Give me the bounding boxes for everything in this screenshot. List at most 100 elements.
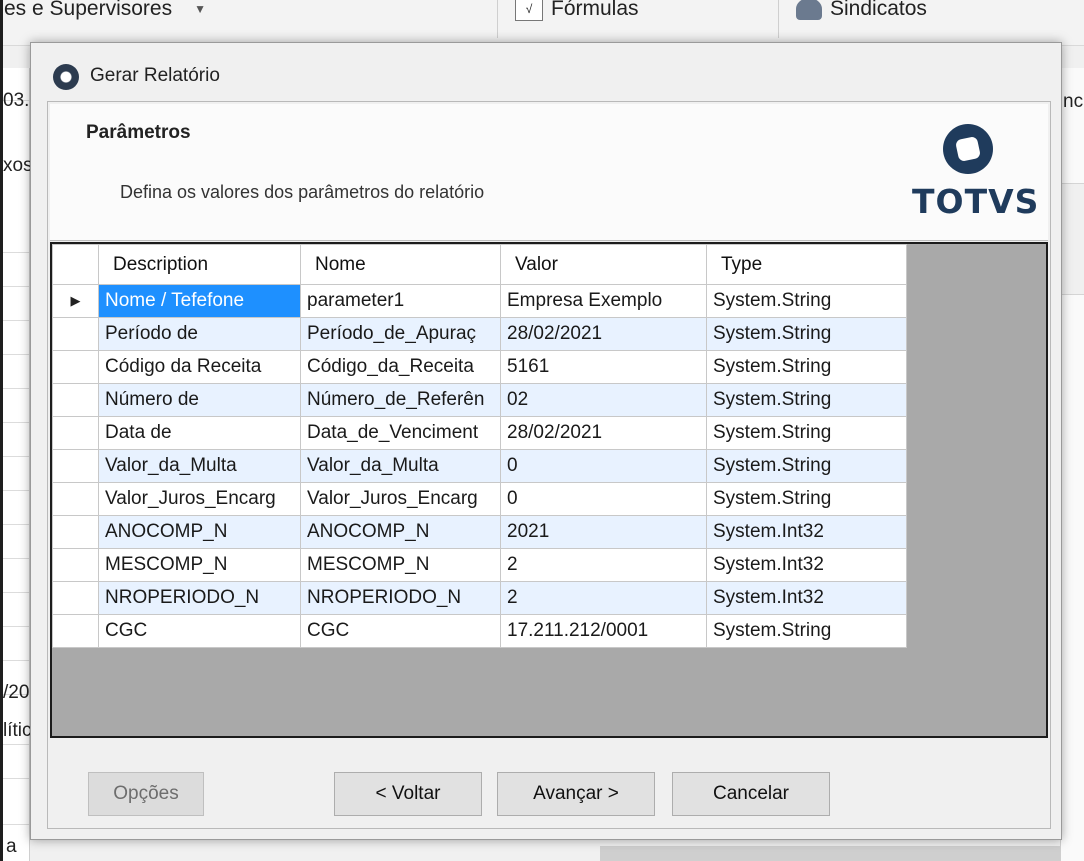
background-statusbar [600,846,1060,861]
next-button[interactable]: Avançar > [497,772,655,816]
cell-type[interactable]: System.Int32 [706,515,907,549]
cell-nome[interactable]: Código_da_Receita [300,350,501,384]
row-header-corner [52,244,99,285]
row-header[interactable] [52,383,99,417]
dialog-title-bar[interactable]: Gerar Relatório [31,43,1061,101]
cell-nome[interactable]: Valor_Juros_Encarg [300,482,501,516]
formulas-label: Fórmulas [551,0,639,20]
wizard-panel: Parâmetros Defina os valores dos parâmet… [47,101,1051,829]
supervisors-menu-label: es e Supervisores [4,0,173,20]
table-row[interactable]: Código da Receita Código_da_Receita 5161 Sy… [52,350,907,384]
cell-valor[interactable]: 2 [500,548,707,582]
report-dialog: Gerar Relatório Parâmetros Defina os val… [30,42,1062,840]
parameters-grid[interactable]: Description Nome Valor Type ▶ Nome / Tefe… [50,242,1048,738]
toolbar-divider [778,0,779,38]
table-row[interactable]: Valor_da_Multa Valor_da_Multa 0 System.Stri… [52,449,907,483]
column-header-type[interactable]: Type [706,244,907,285]
cell-description[interactable]: NROPERIODO_N [98,581,301,615]
cell-type[interactable]: System.String [706,614,907,648]
cell-description[interactable]: Nome / Tefefone [98,284,301,318]
cell-description[interactable]: Código da Receita [98,350,301,384]
cell-valor[interactable]: 02 [500,383,707,417]
cell-nome[interactable]: Valor_da_Multa [300,449,501,483]
cell-description[interactable]: Número de [98,383,301,417]
cell-type[interactable]: System.String [706,383,907,417]
cell-valor[interactable]: 0 [500,449,707,483]
table-row[interactable]: Valor_Juros_Encarg Valor_Juros_Encarg 0 Sys… [52,482,907,516]
row-header[interactable] [52,548,99,582]
background-text-fragment: 03. [3,90,30,111]
cell-nome[interactable]: MESCOMP_N [300,548,501,582]
row-header[interactable] [52,350,99,384]
sindicatos-label: Sindicatos [830,0,927,20]
cell-valor[interactable]: 17.211.212/0001 [500,614,707,648]
back-button[interactable]: < Voltar [334,772,482,816]
supervisors-menu[interactable]: es e Supervisores ▼ [4,0,206,21]
cell-description[interactable]: CGC [98,614,301,648]
totvs-logo-icon [943,124,993,174]
cell-valor[interactable]: 2021 [500,515,707,549]
options-button[interactable]: Opções [88,772,204,816]
cell-description[interactable]: Data de [98,416,301,450]
page-title: Parâmetros [86,122,191,143]
table-row[interactable]: Data de Data_de_Venciment 28/02/2021 System… [52,416,907,450]
cell-type[interactable]: System.String [706,284,907,318]
dialog-title: Gerar Relatório [90,65,220,86]
app-logo-icon [53,64,79,90]
cell-nome[interactable]: Período_de_Apuraç [300,317,501,351]
row-header[interactable] [52,317,99,351]
cell-valor[interactable]: 5161 [500,350,707,384]
cell-nome[interactable]: Número_de_Referên [300,383,501,417]
background-text-fragment: lític [3,720,32,741]
chevron-down-icon: ▼ [194,2,206,17]
cell-description[interactable]: MESCOMP_N [98,548,301,582]
cell-description[interactable]: Valor_da_Multa [98,449,301,483]
cell-type[interactable]: System.String [706,416,907,450]
cell-description[interactable]: ANOCOMP_N [98,515,301,549]
cell-type[interactable]: System.Int32 [706,581,907,615]
cell-type[interactable]: System.String [706,449,907,483]
cancel-button[interactable]: Cancelar [672,772,830,816]
cell-type[interactable]: System.String [706,350,907,384]
cell-nome[interactable]: Data_de_Venciment [300,416,501,450]
table-row[interactable]: CGC CGC 17.211.212/0001 System.String [52,614,907,648]
cell-valor[interactable]: 28/02/2021 [500,416,707,450]
cell-valor[interactable]: Empresa Exemplo [500,284,707,318]
cell-description[interactable]: Período de [98,317,301,351]
column-header-valor[interactable]: Valor [500,244,707,285]
row-header[interactable] [52,614,99,648]
current-row-indicator-icon[interactable]: ▶ [52,284,99,318]
table-row[interactable]: Número de Número_de_Referên 02 System.Strin… [52,383,907,417]
cell-nome[interactable]: NROPERIODO_N [300,581,501,615]
cell-nome[interactable]: parameter1 [300,284,501,318]
union-icon [796,0,822,21]
background-text-fragment: a [6,836,17,857]
formulas-button[interactable]: √ Fórmulas [515,0,639,22]
column-header-nome[interactable]: Nome [300,244,501,285]
cell-type[interactable]: System.String [706,482,907,516]
table-row[interactable]: ANOCOMP_N ANOCOMP_N 2021 System.Int32 [52,515,907,549]
cell-description[interactable]: Valor_Juros_Encarg [98,482,301,516]
cell-valor[interactable]: 2 [500,581,707,615]
cell-type[interactable]: System.Int32 [706,548,907,582]
cell-type[interactable]: System.String [706,317,907,351]
cell-valor[interactable]: 28/02/2021 [500,317,707,351]
row-header[interactable] [52,416,99,450]
cell-valor[interactable]: 0 [500,482,707,516]
grid-header-row: Description Nome Valor Type [52,244,907,285]
table-row[interactable]: MESCOMP_N MESCOMP_N 2 System.Int32 [52,548,907,582]
cell-nome[interactable]: ANOCOMP_N [300,515,501,549]
sindicatos-button[interactable]: Sindicatos [796,0,927,21]
table-row[interactable]: ▶ Nome / Tefefone parameter1 Empresa Exempl… [52,284,907,318]
row-header[interactable] [52,515,99,549]
parameters-table: Description Nome Valor Type ▶ Nome / Tefe… [52,244,907,648]
table-row[interactable]: Período de Período_de_Apuraç 28/02/2021 Sys… [52,317,907,351]
column-header-description[interactable]: Description [98,244,301,285]
cell-nome[interactable]: CGC [300,614,501,648]
background-text-fragment: ncia [1063,91,1084,112]
table-row[interactable]: NROPERIODO_N NROPERIODO_N 2 System.Int32 [52,581,907,615]
row-header[interactable] [52,482,99,516]
page-description: Defina os valores dos parâmetros do rela… [120,182,485,202]
row-header[interactable] [52,581,99,615]
row-header[interactable] [52,449,99,483]
